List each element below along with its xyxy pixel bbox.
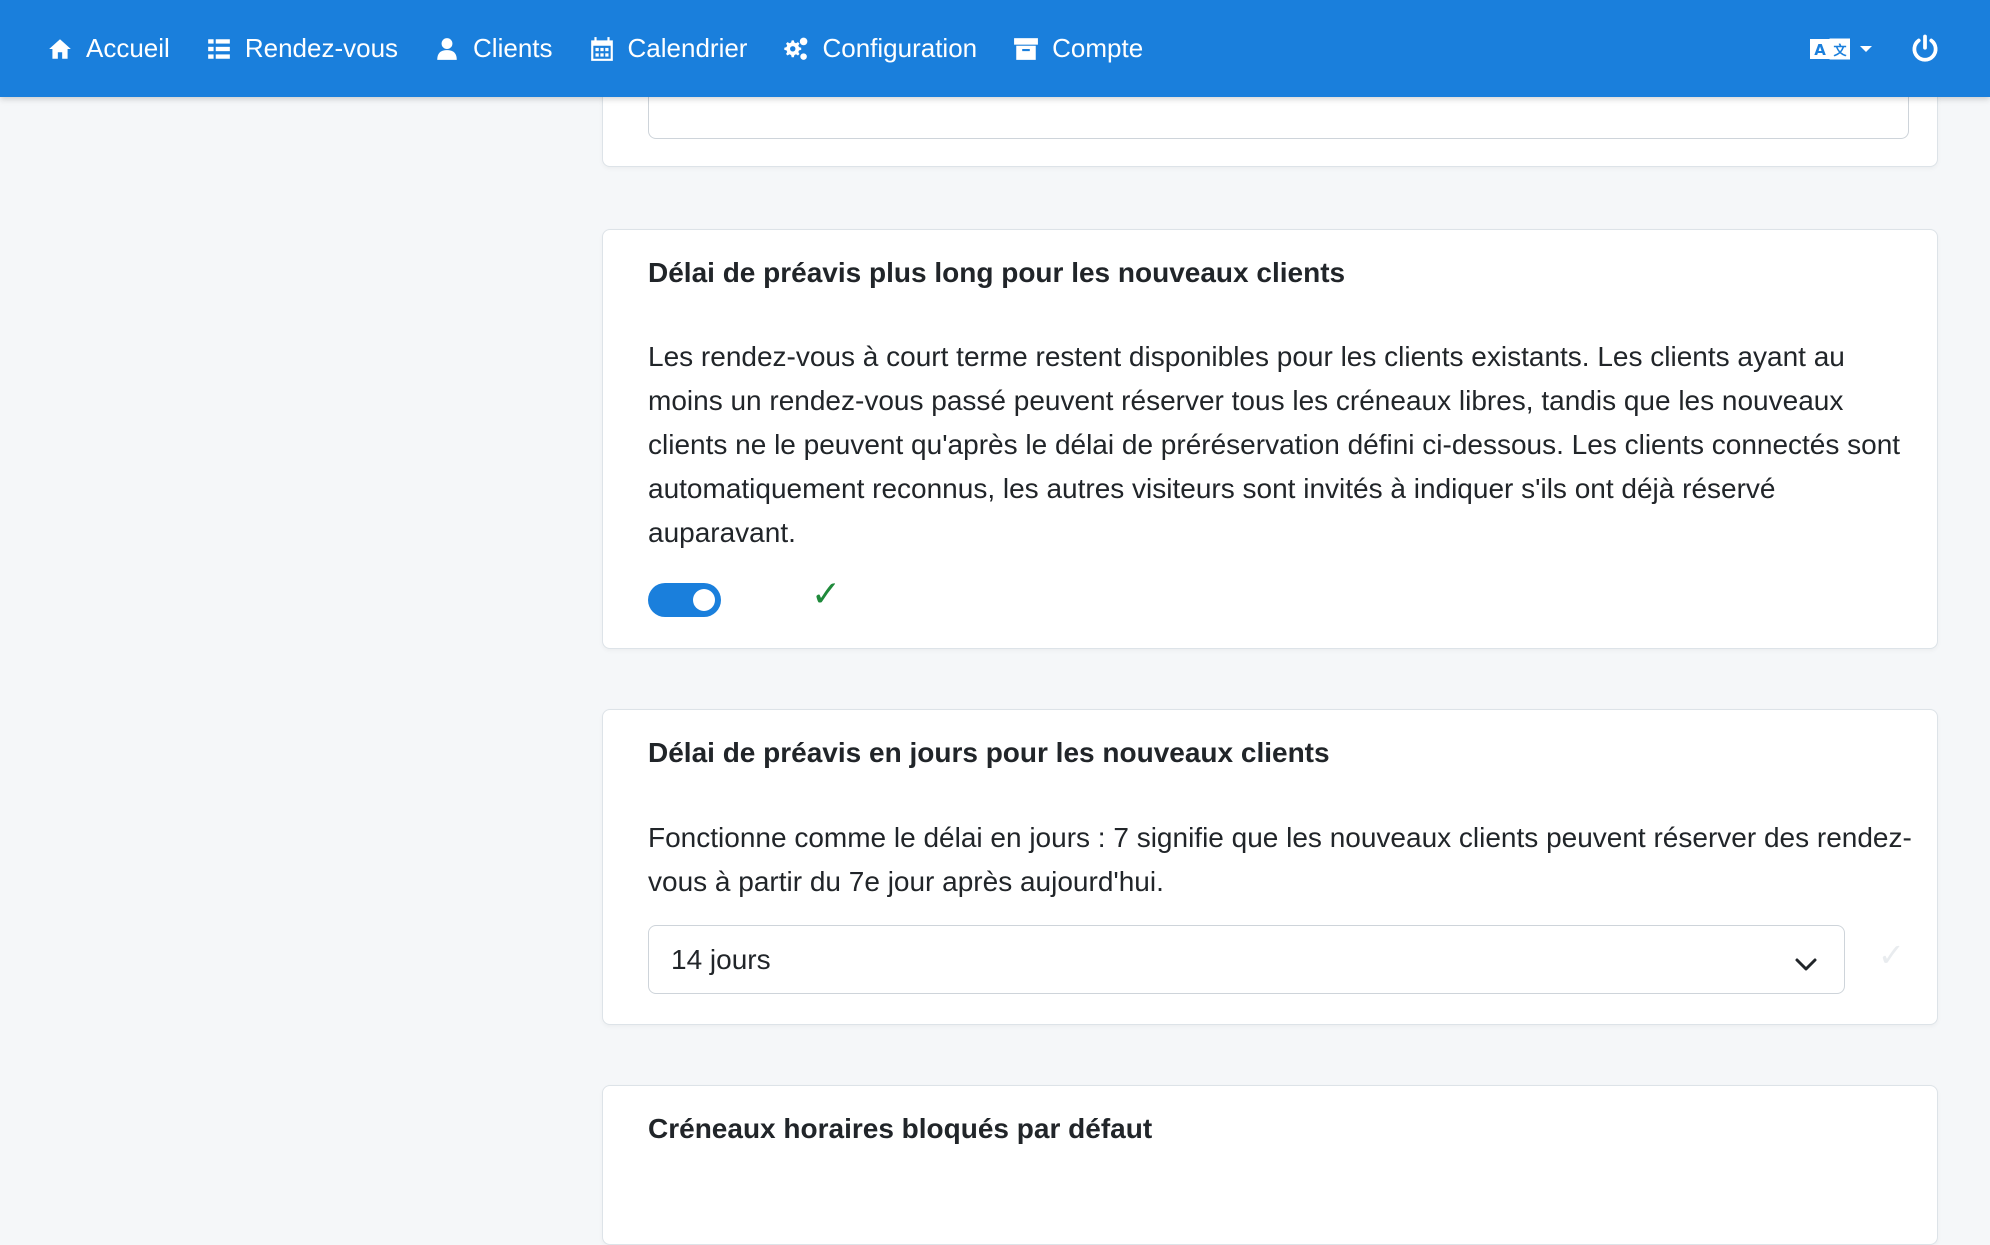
svg-text:文: 文 [1833,43,1847,59]
nav-item-rendez-vous[interactable]: Rendez-vous [205,33,398,64]
nav-item-label: Calendrier [627,33,748,63]
card-title: Délai de préavis en jours pour les nouve… [648,737,1330,768]
home-icon [46,35,74,63]
new-clients-notice-toggle[interactable] [648,583,721,617]
card-description: Fonctionne comme le délai en jours : 7 s… [648,822,1912,897]
card-title: Délai de préavis plus long pour les nouv… [648,257,1346,288]
notice-days-select[interactable]: 14 jours [648,925,1845,994]
nav-item-compte[interactable]: Compte [1012,33,1143,64]
nav-menu: Accueil Rendez-vous Clients Calendrier C… [0,33,1178,64]
nav-item-label: Accueil [86,33,170,63]
power-icon[interactable] [1910,34,1940,64]
card-description: Les rendez-vous à court terme restent di… [648,341,1901,548]
select-value: 14 jours [671,943,771,975]
svg-text:A: A [1814,41,1826,59]
saved-check-icon: ✓ [811,574,842,615]
top-navbar: Accueil Rendez-vous Clients Calendrier C… [0,0,1990,97]
user-icon [433,35,461,63]
nav-right-controls: A 文 [1810,0,1990,97]
nav-item-label: Compte [1052,33,1144,63]
settings-card-blocked-slots: Créneaux horaires bloqués par défaut [602,1085,1938,1245]
saved-check-icon: ✓ [1878,936,1905,974]
language-dropdown[interactable]: A 文 [1810,37,1872,61]
chevron-down-icon [1794,950,1818,971]
gears-icon [782,35,810,63]
nav-item-label: Rendez-vous [244,33,399,63]
chevron-down-icon [1860,45,1872,52]
archive-icon [1012,35,1040,63]
language-icon: A 文 [1810,37,1850,61]
settings-card-notice-days: Délai de préavis en jours pour les nouve… [602,709,1938,1025]
settings-card-new-clients-notice: Délai de préavis plus long pour les nouv… [602,229,1938,649]
nav-item-configuration[interactable]: Configuration [782,33,977,64]
nav-item-label: Configuration [822,33,978,63]
nav-item-label: Clients [473,33,553,63]
nav-item-clients[interactable]: Clients [433,33,553,64]
list-icon [205,35,233,63]
toggle-knob [693,589,715,611]
nav-item-calendrier[interactable]: Calendrier [588,33,748,64]
nav-item-accueil[interactable]: Accueil [46,33,170,64]
calendar-icon [588,35,616,63]
card-title: Créneaux horaires bloqués par défaut [648,1113,1153,1144]
